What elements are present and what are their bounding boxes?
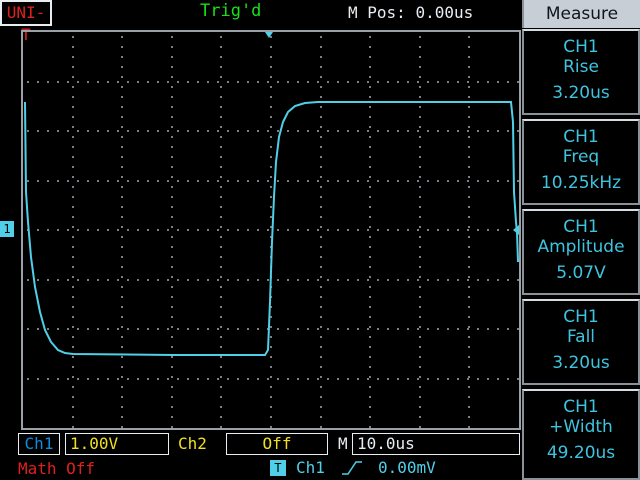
ch2-state: Off <box>226 433 328 455</box>
measure-name: +Width <box>549 417 613 437</box>
measure-name: Freq <box>562 147 600 167</box>
trigger-source: Ch1 <box>296 458 325 477</box>
trigger-level: 0.00mV <box>378 458 436 477</box>
timebase-label: M <box>338 434 348 453</box>
measure-channel: CH1 <box>563 307 599 327</box>
rising-edge-icon <box>342 461 362 475</box>
timebase-value: 10.0us <box>352 433 520 455</box>
waveform-display <box>21 30 521 430</box>
measure-slot-2[interactable]: CH1 Freq 10.25kHz <box>522 119 640 205</box>
ch2-label[interactable]: Ch2 <box>178 433 207 455</box>
ch1-ground-marker[interactable]: 1 <box>0 221 14 237</box>
measure-name: Fall <box>566 327 596 347</box>
graticule <box>24 32 519 428</box>
math-status: Math Off <box>18 459 96 478</box>
measure-channel: CH1 <box>563 37 599 57</box>
trigger-status: Trig'd <box>200 1 262 21</box>
measure-slot-4[interactable]: CH1 Fall 3.20us <box>522 299 640 385</box>
measure-channel: CH1 <box>563 127 599 147</box>
measure-name: Amplitude <box>537 237 625 257</box>
brand-logo: UNI-T <box>0 0 52 44</box>
measure-value: 49.20us <box>546 443 616 463</box>
m-pos-value: 0.00us <box>415 3 474 22</box>
ch1-label[interactable]: Ch1 <box>18 433 60 455</box>
measure-menu: Measure CH1 Rise 3.20us CH1 Freq 10.25kH… <box>522 0 640 480</box>
measure-value: 10.25kHz <box>540 173 622 193</box>
m-pos-label: M Pos: <box>348 3 406 22</box>
measure-value: 3.20us <box>552 353 610 373</box>
measure-value: 5.07V <box>556 263 606 283</box>
ch1-volts-per-div: 1.00V <box>65 433 169 455</box>
measure-slot-3[interactable]: CH1 Amplitude 5.07V <box>522 209 640 295</box>
measure-slot-5[interactable]: CH1 +Width 49.20us <box>522 389 640 480</box>
measure-channel: CH1 <box>563 217 599 237</box>
measure-name: Rise <box>563 57 599 77</box>
horizontal-position: M Pos: 0.00us <box>348 3 473 22</box>
measure-channel: CH1 <box>563 397 599 417</box>
measure-menu-title: Measure <box>522 0 640 28</box>
measure-value: 3.20us <box>552 83 610 103</box>
trigger-badge: T <box>270 460 286 476</box>
measure-slot-1[interactable]: CH1 Rise 3.20us <box>522 29 640 115</box>
